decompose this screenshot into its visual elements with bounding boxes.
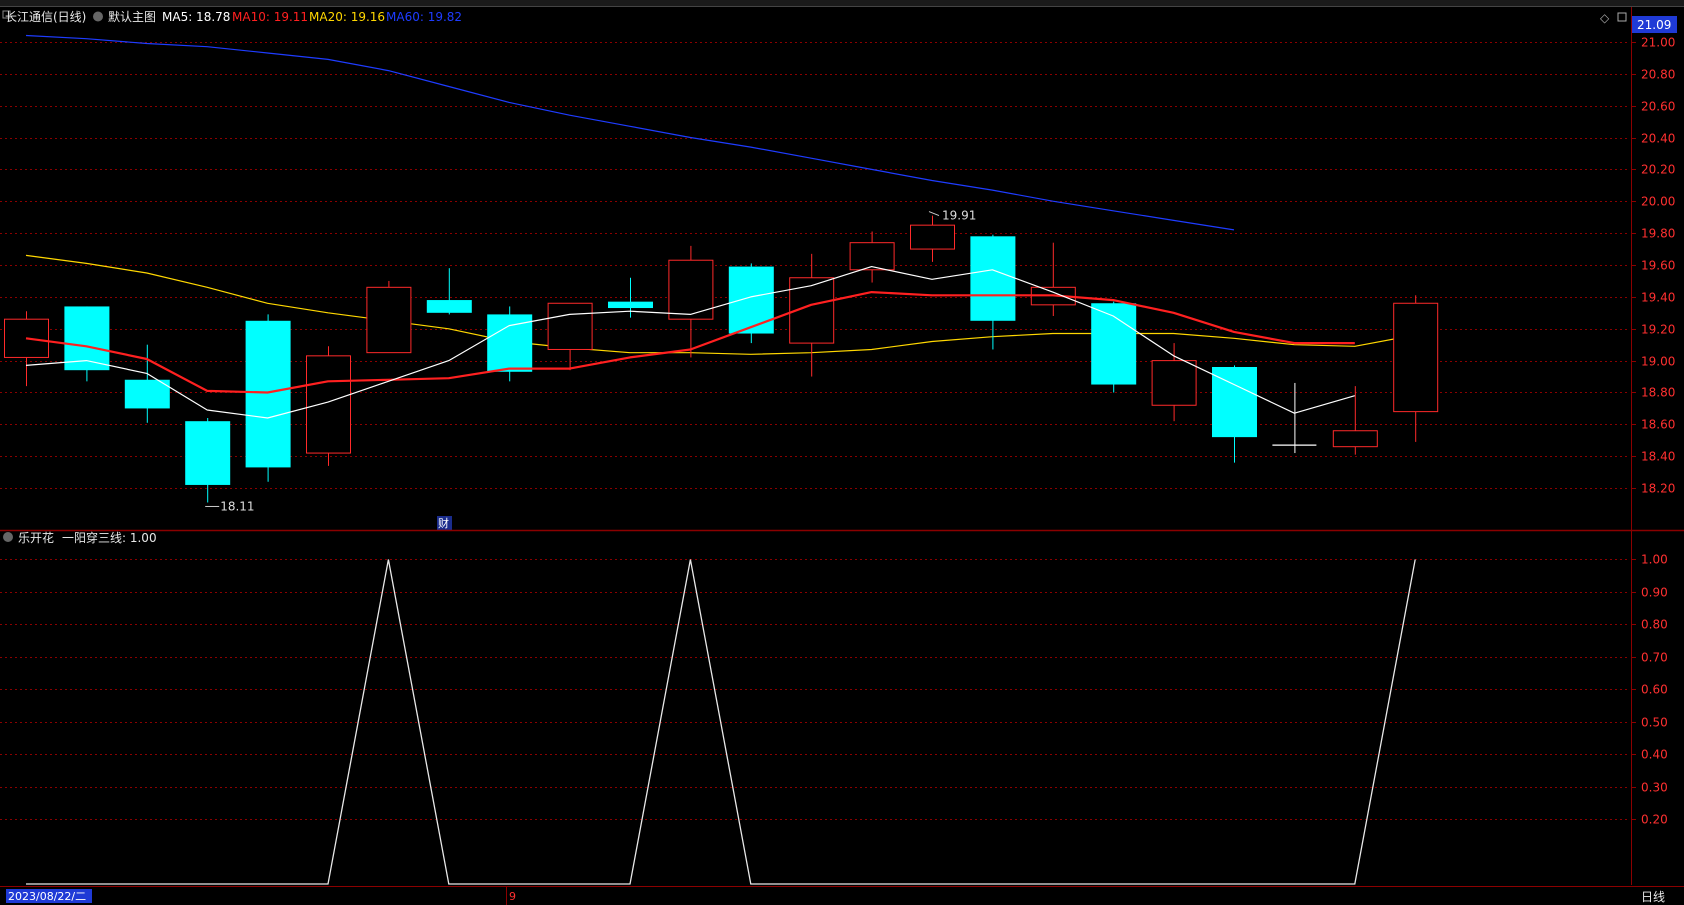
sub-y-tick-label: 0.30 <box>1641 781 1668 795</box>
main-y-tick-label: 19.00 <box>1641 355 1675 369</box>
main-y-tick-label: 18.60 <box>1641 418 1675 432</box>
main-y-tick-label: 18.20 <box>1641 482 1675 496</box>
candle <box>1393 295 1439 442</box>
low-note: 18.11 <box>220 499 254 513</box>
sub-y-tick-label: 0.60 <box>1641 683 1668 697</box>
high-note-group: 19.91 <box>928 209 976 223</box>
main-y-tick-label: 20.60 <box>1641 100 1675 114</box>
main-y-tick-label: 19.40 <box>1641 291 1675 305</box>
candle-body <box>245 320 291 468</box>
candle-body <box>185 421 231 485</box>
sub-y-tick-label: 0.50 <box>1641 716 1668 730</box>
candle <box>1212 365 1257 463</box>
candle-body <box>910 224 955 250</box>
candle-body <box>547 302 593 350</box>
main-y-tick-label: 18.80 <box>1641 386 1675 400</box>
main-y-tick-label: 19.60 <box>1641 259 1675 273</box>
main-y-tick-label: 20.40 <box>1641 132 1675 146</box>
ma5-label: MA5: 18.78 <box>162 10 230 24</box>
candle-body <box>426 300 472 313</box>
stock-chart[interactable]: 21.00 20.80 20.60 20.40 20.20 20.00 19.80 19.60… <box>0 0 1684 905</box>
candle <box>668 245 714 358</box>
high-note-leader <box>928 211 940 217</box>
toolbar-strip <box>0 0 1684 7</box>
candle <box>789 253 835 377</box>
sub-menu-icon[interactable] <box>3 532 13 542</box>
main-y-tick-label: 19.20 <box>1641 323 1675 337</box>
main-y-tick-label: 20.80 <box>1641 68 1675 82</box>
candle <box>185 418 231 503</box>
candle <box>245 314 291 482</box>
period-label[interactable]: 日线 <box>1641 890 1665 904</box>
sub-label: 乐开花 <box>18 530 54 545</box>
candle-body <box>1393 302 1439 413</box>
candle <box>426 268 472 315</box>
candle-body <box>124 379 170 409</box>
signal-series <box>26 559 1416 885</box>
candle <box>366 280 412 354</box>
main-y-tick-label: 18.40 <box>1641 450 1675 464</box>
candle-body <box>728 266 774 334</box>
high-note: 19.91 <box>942 209 976 223</box>
candle <box>1151 343 1197 422</box>
event-marker[interactable]: 财 <box>438 516 449 530</box>
ma20-label: MA20: 19.16 <box>309 10 385 24</box>
sub-panel[interactable]: 乐开花 一阳穿三线: 1.00 1.00 0.90 0.80 0.70 0.60 0.50… <box>0 530 1668 885</box>
candle <box>4 311 49 387</box>
candle <box>1332 386 1378 455</box>
price-tag: 21.09 <box>1637 18 1671 32</box>
main-panel[interactable]: 21.00 20.80 20.60 20.40 20.20 20.00 19.80 19.60… <box>0 7 1677 885</box>
ma60-series <box>25 34 1235 231</box>
sub-y-tick-label: 0.20 <box>1641 813 1668 827</box>
stock-label: 长江通信(日线) <box>5 10 86 24</box>
candle-body <box>608 301 653 309</box>
low-note-group: 18.11 <box>205 499 255 513</box>
window-toggle-icon[interactable] <box>1617 12 1627 22</box>
ma60-label: MA60: 19.82 <box>386 10 462 24</box>
main-legend: 长江通信(日线) 默认主图 MA5: 18.78 MA10: 19.11 MA2… <box>2 9 462 24</box>
candle <box>849 231 895 283</box>
candle-body <box>849 242 895 271</box>
main-y-tick-label: 21.00 <box>1641 36 1675 50</box>
main-grid <box>0 42 1630 489</box>
main-y-tick-label: 20.20 <box>1641 163 1675 177</box>
main-y-ticks: 21.00 20.80 20.60 20.40 20.20 20.00 19.80 19.60… <box>1631 36 1675 496</box>
candle-body <box>1091 303 1137 385</box>
main-y-tick-label: 19.80 <box>1641 227 1675 241</box>
ma60-line <box>25 34 1235 231</box>
indicator-menu-icon[interactable] <box>93 11 103 22</box>
signal-line <box>26 559 1416 885</box>
date-cursor: 2023/08/22/二 <box>8 890 86 903</box>
sub-y-tick-label: 0.70 <box>1641 651 1668 665</box>
sub-value-label: 一阳穿三线: 1.00 <box>62 530 157 545</box>
sub-grid <box>0 559 1630 820</box>
sub-y-tick-label: 0.80 <box>1641 618 1668 632</box>
candle-body <box>306 355 351 454</box>
sub-y-ticks: 1.00 0.90 0.80 0.70 0.60 0.50 0.40 0.30 0.20 <box>1631 553 1668 827</box>
sub-y-tick-label: 1.00 <box>1641 553 1668 567</box>
indicator-label[interactable]: 默认主图 <box>108 9 156 24</box>
candle-body <box>1151 360 1197 406</box>
sub-y-tick-label: 0.90 <box>1641 586 1668 600</box>
candle-body <box>970 236 1016 321</box>
candle <box>1091 301 1137 393</box>
candle <box>970 234 1016 350</box>
candle <box>1272 382 1317 454</box>
cursor-toggle-icon[interactable]: ◇ <box>1600 11 1610 25</box>
main-y-tick-label: 20.00 <box>1641 195 1675 209</box>
candles[interactable] <box>4 215 1439 503</box>
month-mark: 9 <box>509 890 516 903</box>
candle <box>1030 242 1076 316</box>
ma10-label: MA10: 19.11 <box>232 10 308 24</box>
candle-body <box>366 286 412 354</box>
candle <box>728 263 774 344</box>
candle-body <box>1332 430 1378 448</box>
sub-y-tick-label: 0.40 <box>1641 748 1668 762</box>
